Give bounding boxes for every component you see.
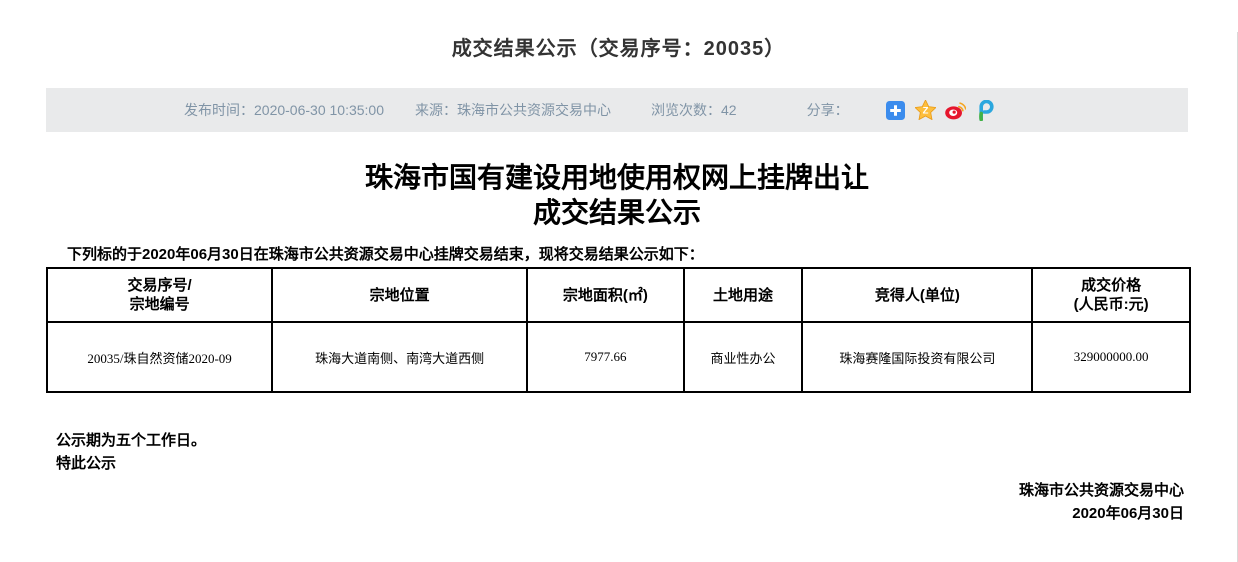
announcement-page: 成交结果公示（交易序号：20035） 发布时间：2020-06-30 10:35… xyxy=(0,32,1238,562)
col-header-parcel-location: 宗地位置 xyxy=(272,268,527,322)
doc-heading-line1: 珠海市国有建设用地使用权网上挂牌出让 xyxy=(46,160,1188,195)
share-icon-group: Z xyxy=(885,100,996,121)
cell-land-use: 商业性办公 xyxy=(684,322,803,392)
source-value: 珠海市公共资源交易中心 xyxy=(457,100,611,120)
qzone-star-icon[interactable]: Z xyxy=(915,100,936,121)
col-header-parcel-area: 宗地面积(㎡) xyxy=(527,268,684,322)
col-header-winning-bidder: 竞得人(单位) xyxy=(802,268,1032,322)
share-label: 分享： xyxy=(807,100,849,120)
publish-time: 发布时间：2020-06-30 10:35:00 xyxy=(184,100,384,120)
content-area: 发布时间：2020-06-30 10:35:00 来源： 珠海市公共资源交易中心 … xyxy=(46,88,1188,525)
signature-block: 珠海市公共资源交易中心 2020年06月30日 xyxy=(46,479,1188,525)
doc-heading-line2: 成交结果公示 xyxy=(46,195,1188,230)
source-label: 来源： xyxy=(415,100,457,120)
page-title: 成交结果公示（交易序号：20035） xyxy=(0,32,1237,61)
col-header-transaction-id: 交易序号/ 宗地编号 xyxy=(47,268,272,322)
weibo-icon[interactable] xyxy=(945,100,966,121)
svg-text:Z: Z xyxy=(922,106,928,117)
share-p-icon[interactable] xyxy=(975,100,996,121)
cell-transaction-id: 20035/珠自然资储2020-09 xyxy=(47,322,272,392)
cell-winning-bidder: 珠海赛隆国际投资有限公司 xyxy=(802,322,1032,392)
cell-parcel-location: 珠海大道南侧、南湾大道西侧 xyxy=(272,322,527,392)
view-count: 浏览次数：42 xyxy=(651,100,737,120)
closing-line2: 特此公示 xyxy=(56,452,1188,475)
signature-date: 2020年06月30日 xyxy=(46,502,1184,525)
col-header-land-use: 土地用途 xyxy=(684,268,803,322)
col-header-deal-price: 成交价格 (人民币:元) xyxy=(1032,268,1190,322)
publish-time-value: 2020-06-30 10:35:00 xyxy=(254,102,384,118)
closing-statement: 公示期为五个工作日。 特此公示 xyxy=(46,429,1188,475)
cell-deal-price: 329000000.00 xyxy=(1032,322,1190,392)
results-table: 交易序号/ 宗地编号 宗地位置 宗地面积(㎡) 土地用途 竞得人(单位) 成交价… xyxy=(46,267,1191,393)
view-count-value: 42 xyxy=(721,102,737,118)
cell-parcel-area: 7977.66 xyxy=(527,322,684,392)
view-count-label: 浏览次数： xyxy=(651,100,721,120)
table-row: 20035/珠自然资储2020-09 珠海大道南侧、南湾大道西侧 7977.66… xyxy=(47,322,1190,392)
share-more-icon[interactable] xyxy=(885,100,906,121)
intro-paragraph: 下列标的于2020年06月30日在珠海市公共资源交易中心挂牌交易结束，现将交易结… xyxy=(46,243,1188,264)
table-header-row: 交易序号/ 宗地编号 宗地位置 宗地面积(㎡) 土地用途 竞得人(单位) 成交价… xyxy=(47,268,1190,322)
source: 来源：珠海市公共资源交易中心 xyxy=(415,100,611,120)
closing-line1: 公示期为五个工作日。 xyxy=(56,429,1188,452)
signature-org: 珠海市公共资源交易中心 xyxy=(46,479,1184,502)
doc-heading: 珠海市国有建设用地使用权网上挂牌出让 成交结果公示 xyxy=(46,160,1188,230)
publish-time-label: 发布时间： xyxy=(184,100,254,120)
meta-bar: 发布时间：2020-06-30 10:35:00 来源：珠海市公共资源交易中心 … xyxy=(46,88,1188,132)
